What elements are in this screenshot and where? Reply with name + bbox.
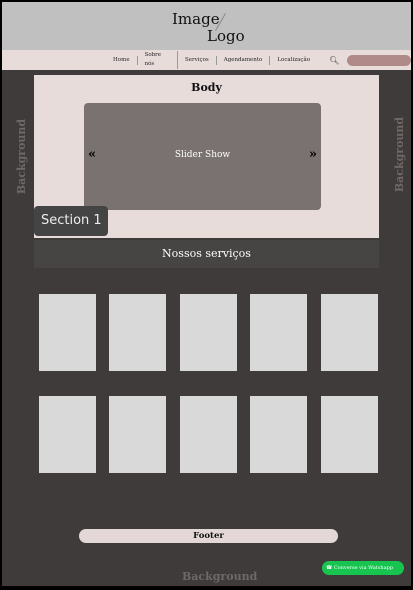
logo-line1: Image: [172, 10, 220, 28]
background-label-left: Background: [15, 118, 29, 195]
background-label-right: Background: [393, 116, 407, 193]
service-card[interactable]: [180, 396, 237, 473]
search-icon[interactable]: 🔍︎: [329, 56, 339, 65]
service-card[interactable]: [321, 294, 378, 371]
nav-sobre[interactable]: Sobre nós: [138, 51, 179, 69]
service-card[interactable]: [39, 294, 96, 371]
service-card[interactable]: [321, 396, 378, 473]
whatsapp-label: Converse via Watshapp: [333, 565, 394, 571]
service-card[interactable]: [109, 294, 166, 371]
slider-show[interactable]: « Slider Show »: [84, 103, 321, 210]
header: Image Logo: [2, 2, 411, 50]
background-label-bottom: Background: [182, 570, 258, 583]
whatsapp-button[interactable]: ☎ Converse via Watshapp: [322, 561, 404, 575]
service-card[interactable]: [109, 396, 166, 473]
whatsapp-icon: ☎: [326, 565, 333, 571]
footer: Footer: [79, 529, 338, 543]
section-badge: Section 1: [34, 206, 108, 236]
nav-agendamento[interactable]: Agendamento: [217, 55, 271, 65]
services-title: Nossos serviços: [34, 240, 379, 268]
service-card[interactable]: [250, 396, 307, 473]
logo-line2: Logo: [207, 27, 245, 45]
nav-home[interactable]: Home: [106, 55, 138, 65]
chevron-right-icon[interactable]: »: [309, 147, 317, 162]
slider-label: Slider Show: [174, 150, 231, 160]
nav-servicos[interactable]: Serviços: [178, 55, 217, 65]
search-input[interactable]: [347, 54, 411, 66]
page-background: Image Logo Home Sobre nós Serviços Agend…: [2, 2, 411, 586]
service-card[interactable]: [180, 294, 237, 371]
service-card[interactable]: [39, 396, 96, 473]
nav-localizacao[interactable]: Localização: [270, 56, 317, 65]
body-title: Body: [191, 81, 222, 94]
nav-bar: Home Sobre nós Serviços Agendamento Loca…: [2, 50, 411, 70]
service-card[interactable]: [250, 294, 307, 371]
